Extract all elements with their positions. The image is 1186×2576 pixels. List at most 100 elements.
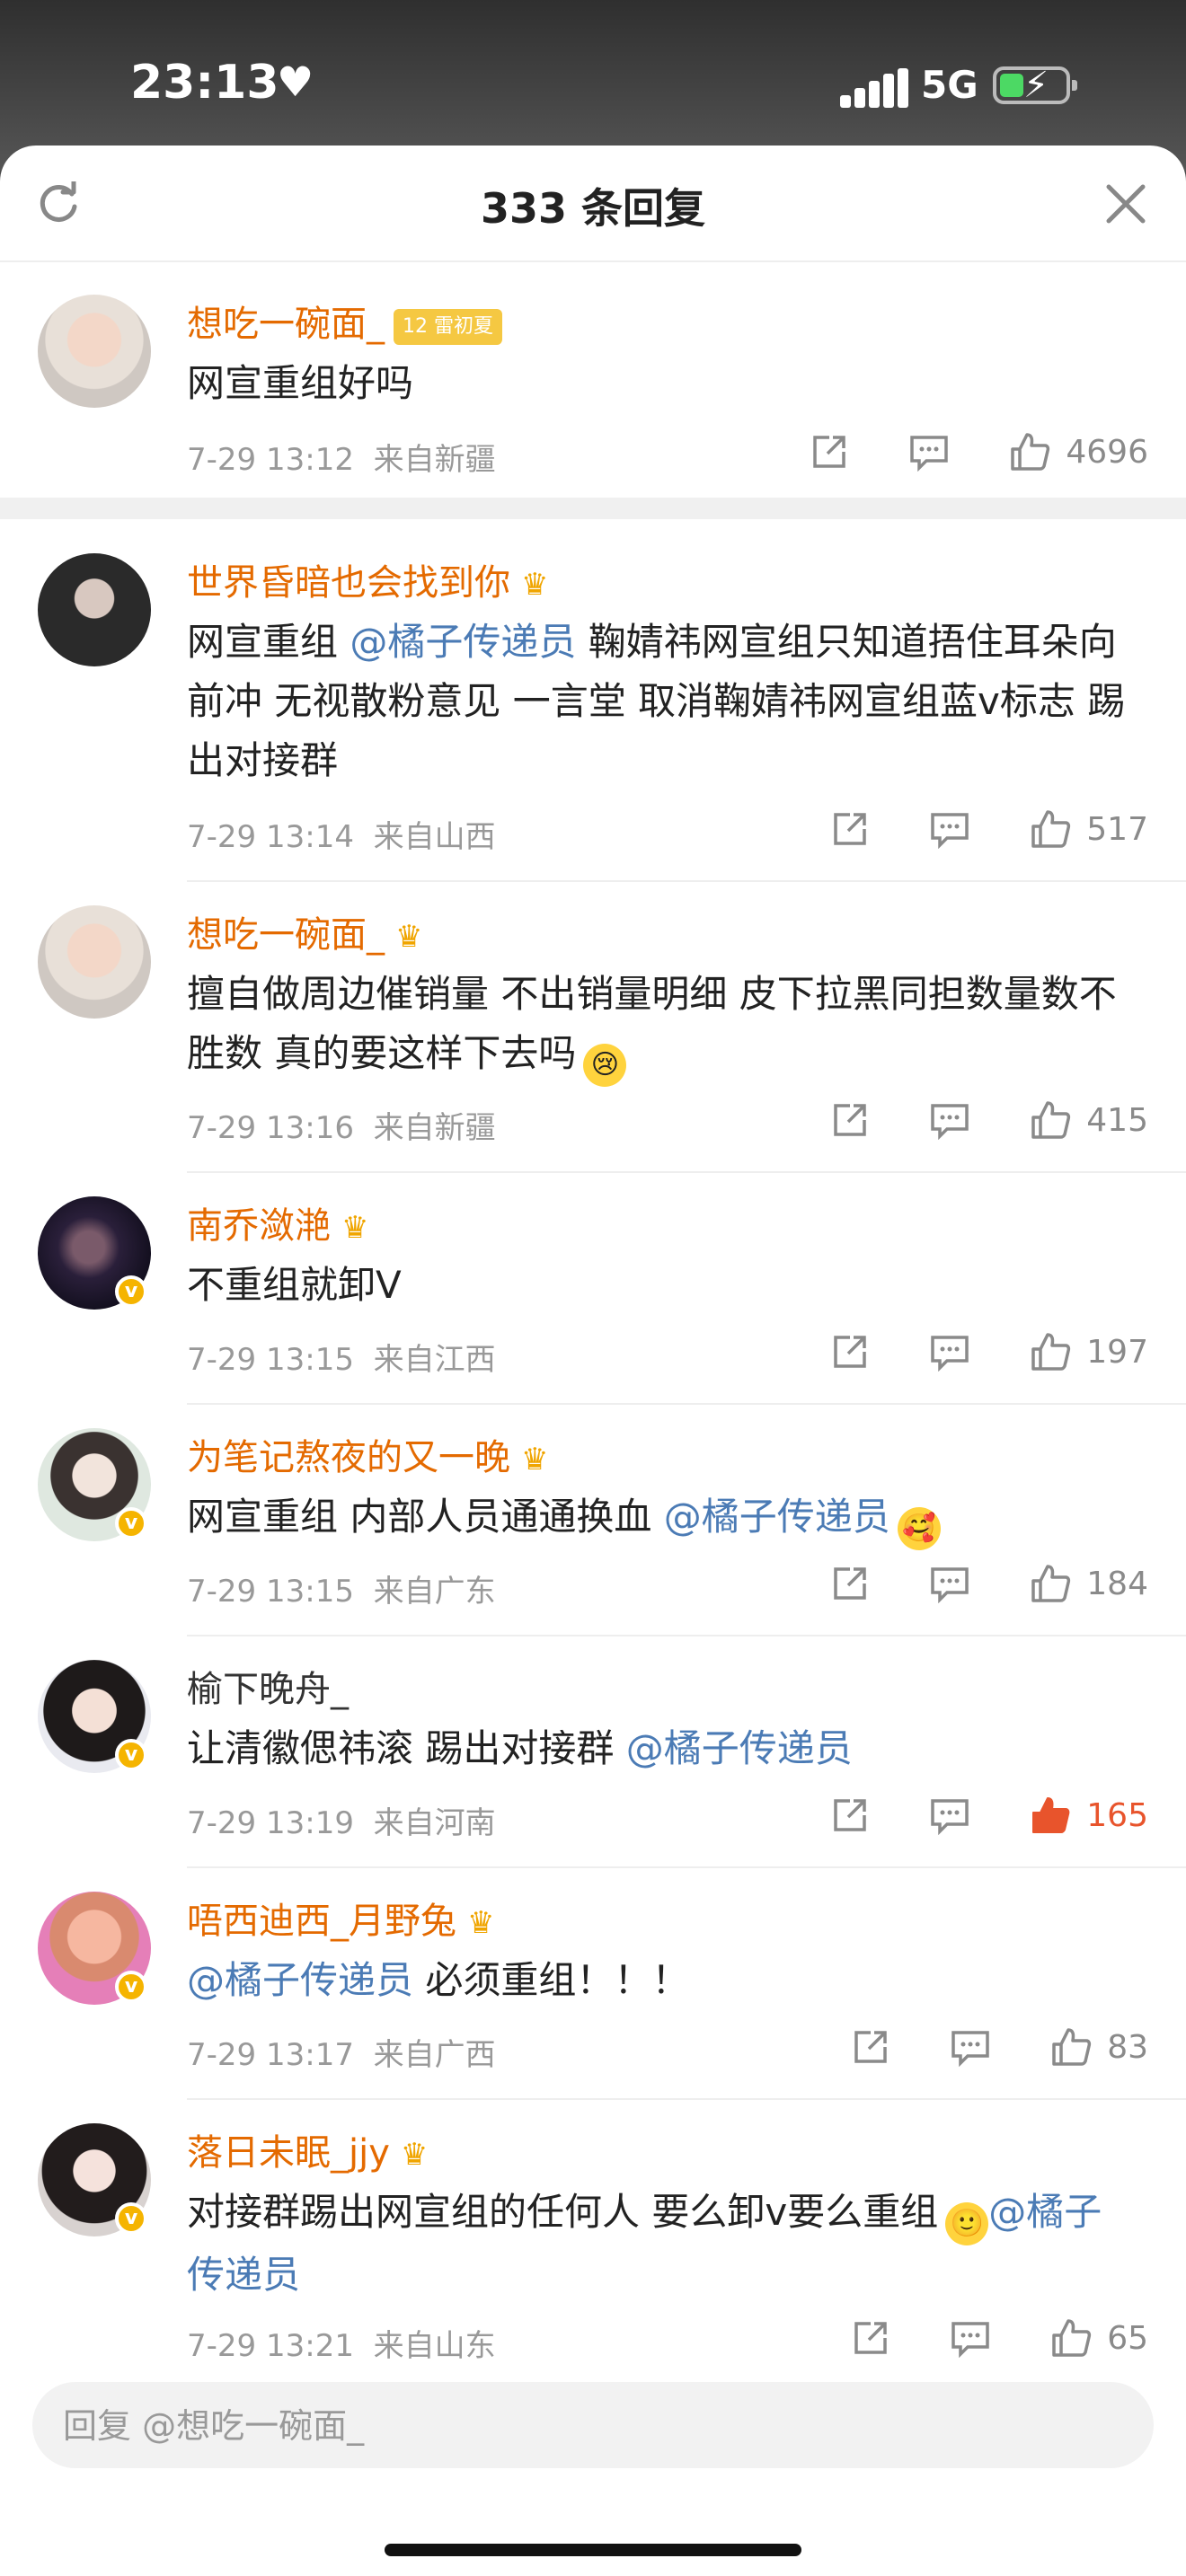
like-icon[interactable] <box>1030 1563 1071 1604</box>
comment-meta: 7-29 13:15 来自广东 <box>187 1574 496 1610</box>
comment-text: 让清徽偲祎滚 踢出对接群 @橘子传递员 <box>187 1726 853 1770</box>
verified-badge-icon: v <box>115 1739 147 1771</box>
fan-level-badge: 12 雷初夏 <box>394 309 502 345</box>
comment-actions: 184 <box>830 1563 1148 1608</box>
comment-icon[interactable] <box>950 2027 991 2067</box>
smile-emoji-icon: 🙂 <box>945 2202 989 2245</box>
signal-icon <box>840 68 912 108</box>
crying-emoji-icon: 😢 <box>583 1044 627 1087</box>
divider <box>187 2098 1186 2100</box>
share-icon[interactable] <box>851 2318 890 2358</box>
username[interactable]: 榆下晚舟_ <box>187 1660 349 1712</box>
like-count: 184 <box>1086 1565 1148 1602</box>
comment-icon[interactable] <box>929 1100 970 1140</box>
comment-meta: 7-29 13:15 来自江西 <box>187 1342 496 1378</box>
like-icon[interactable] <box>1050 2026 1092 2068</box>
username[interactable]: 南乔潋滟 ♛ <box>187 1196 368 1248</box>
status-time: 23:13 <box>130 56 279 110</box>
mention-link[interactable]: @橘子传递员 <box>626 1726 853 1770</box>
mention-link[interactable]: @橘子传递员 <box>350 620 576 664</box>
like-count: 415 <box>1086 1101 1148 1139</box>
comment-meta: 7-29 13:12 来自新疆 <box>187 442 496 478</box>
comment-meta: 7-29 13:16 来自新疆 <box>187 1110 496 1146</box>
share-icon[interactable] <box>830 809 870 849</box>
crown-icon: ♛ <box>400 2137 429 2173</box>
comment-meta: 7-29 13:19 来自河南 <box>187 1805 496 1841</box>
comment-icon[interactable] <box>950 2318 991 2358</box>
comment-text: 网宣重组 @橘子传递员 鞠婧祎网宣组只知道捂住耳朵向前冲 无视散粉意见 一言堂 … <box>187 620 1126 782</box>
share-icon[interactable] <box>830 1332 870 1372</box>
share-icon[interactable] <box>830 1564 870 1603</box>
comment-text: 网宣重组好吗 <box>187 361 414 405</box>
comment-actions: 415 <box>830 1099 1148 1144</box>
share-icon[interactable] <box>851 2027 890 2067</box>
comment-actions: 83 <box>851 2026 1148 2071</box>
verified-badge-icon: v <box>115 1275 147 1308</box>
verified-badge-icon: v <box>115 1507 147 1539</box>
liked-icon[interactable] <box>1030 1795 1071 1836</box>
sheet-header: 333 条回复 <box>0 146 1186 262</box>
verified-badge-icon: v <box>115 2202 147 2235</box>
divider <box>187 1403 1186 1405</box>
comment-icon[interactable] <box>929 1332 970 1372</box>
comment-icon[interactable] <box>929 1564 970 1603</box>
like-icon[interactable] <box>1030 1099 1071 1141</box>
divider <box>187 880 1186 882</box>
divider <box>187 1635 1186 1636</box>
divider <box>187 1171 1186 1173</box>
mention-link[interactable]: @橘子传递员 <box>187 1958 413 2002</box>
crown-icon: ♛ <box>467 1905 495 1941</box>
username[interactable]: 为笔记熬夜的又一晚 ♛ <box>187 1428 548 1480</box>
hug-emoji-icon: 🥰 <box>897 1507 941 1550</box>
comment-actions: 197 <box>830 1331 1148 1376</box>
battery-icon: ⚡ <box>993 65 1077 106</box>
replies-sheet: 333 条回复 想吃一碗面_ 12 雷初夏 网宣重组好吗 7-29 13:12 来… <box>0 146 1186 2576</box>
section-divider <box>0 498 1186 519</box>
like-count: 165 <box>1086 1796 1148 1834</box>
share-icon[interactable] <box>810 432 849 472</box>
close-icon[interactable] <box>1103 181 1148 226</box>
like-icon[interactable] <box>1030 808 1071 850</box>
crown-icon: ♛ <box>521 1442 549 1478</box>
crown-icon: ♛ <box>521 567 549 603</box>
share-icon[interactable] <box>830 1100 870 1140</box>
reply-input[interactable] <box>61 2382 1125 2470</box>
username[interactable]: 唔西迪西_月野兔 ♛ <box>187 1892 494 1944</box>
comment-text: 不重组就卸V <box>187 1263 402 1307</box>
avatar[interactable] <box>38 905 151 1019</box>
reply-bar <box>32 2382 1154 2470</box>
network-type: 5G <box>921 63 978 107</box>
comment-text: @橘子传递员 必须重组！！！ <box>187 1958 690 2002</box>
mention-link[interactable]: @橘子传递员 <box>664 1495 890 1539</box>
verified-badge-icon: v <box>115 1971 147 2003</box>
home-indicator[interactable] <box>385 2544 801 2556</box>
like-icon[interactable] <box>1050 2317 1092 2359</box>
comment-meta: 7-29 13:21 来自山东 <box>187 2328 496 2364</box>
comment-text: 对接群踢出网宣组的任何人 要么卸v要么重组 🙂 @橘子传递员 <box>187 2190 1102 2297</box>
comment-icon[interactable] <box>929 1795 970 1835</box>
comment-icon[interactable] <box>929 809 970 849</box>
comment-text: 擅自做周边催销量 不出销量明细 皮下拉黑同担数量数不胜数 真的要这样下去吗 😢 <box>187 965 1139 1087</box>
sheet-title: 333 条回复 <box>480 184 706 233</box>
like-icon[interactable] <box>1009 431 1050 472</box>
like-icon[interactable] <box>1030 1331 1071 1372</box>
comment-meta: 7-29 13:17 来自广西 <box>187 2037 496 2073</box>
share-icon[interactable] <box>830 1795 870 1835</box>
like-count: 517 <box>1086 810 1148 848</box>
like-count: 197 <box>1086 1333 1148 1371</box>
comment-actions: 65 <box>851 2317 1148 2362</box>
like-count: 4696 <box>1066 433 1148 471</box>
username[interactable]: 落日未眠_jjy ♛ <box>187 2123 428 2175</box>
comment-actions: 4696 <box>810 431 1148 476</box>
heart-icon: ♥ <box>277 57 314 106</box>
divider <box>187 1866 1186 1868</box>
username[interactable]: 世界昏暗也会找到你 ♛ <box>187 553 548 605</box>
username[interactable]: 想吃一碗面_ 12 雷初夏 <box>187 295 502 347</box>
avatar[interactable] <box>38 295 151 408</box>
like-count: 83 <box>1107 2028 1148 2066</box>
avatar[interactable] <box>38 553 151 666</box>
username[interactable]: 想吃一碗面_ ♛ <box>187 905 422 957</box>
comment-icon[interactable] <box>908 432 950 472</box>
crown-icon: ♛ <box>341 1210 369 1246</box>
comment-text: 网宣重组 内部人员通通换血 @橘子传递员 🥰 <box>187 1487 1139 1550</box>
